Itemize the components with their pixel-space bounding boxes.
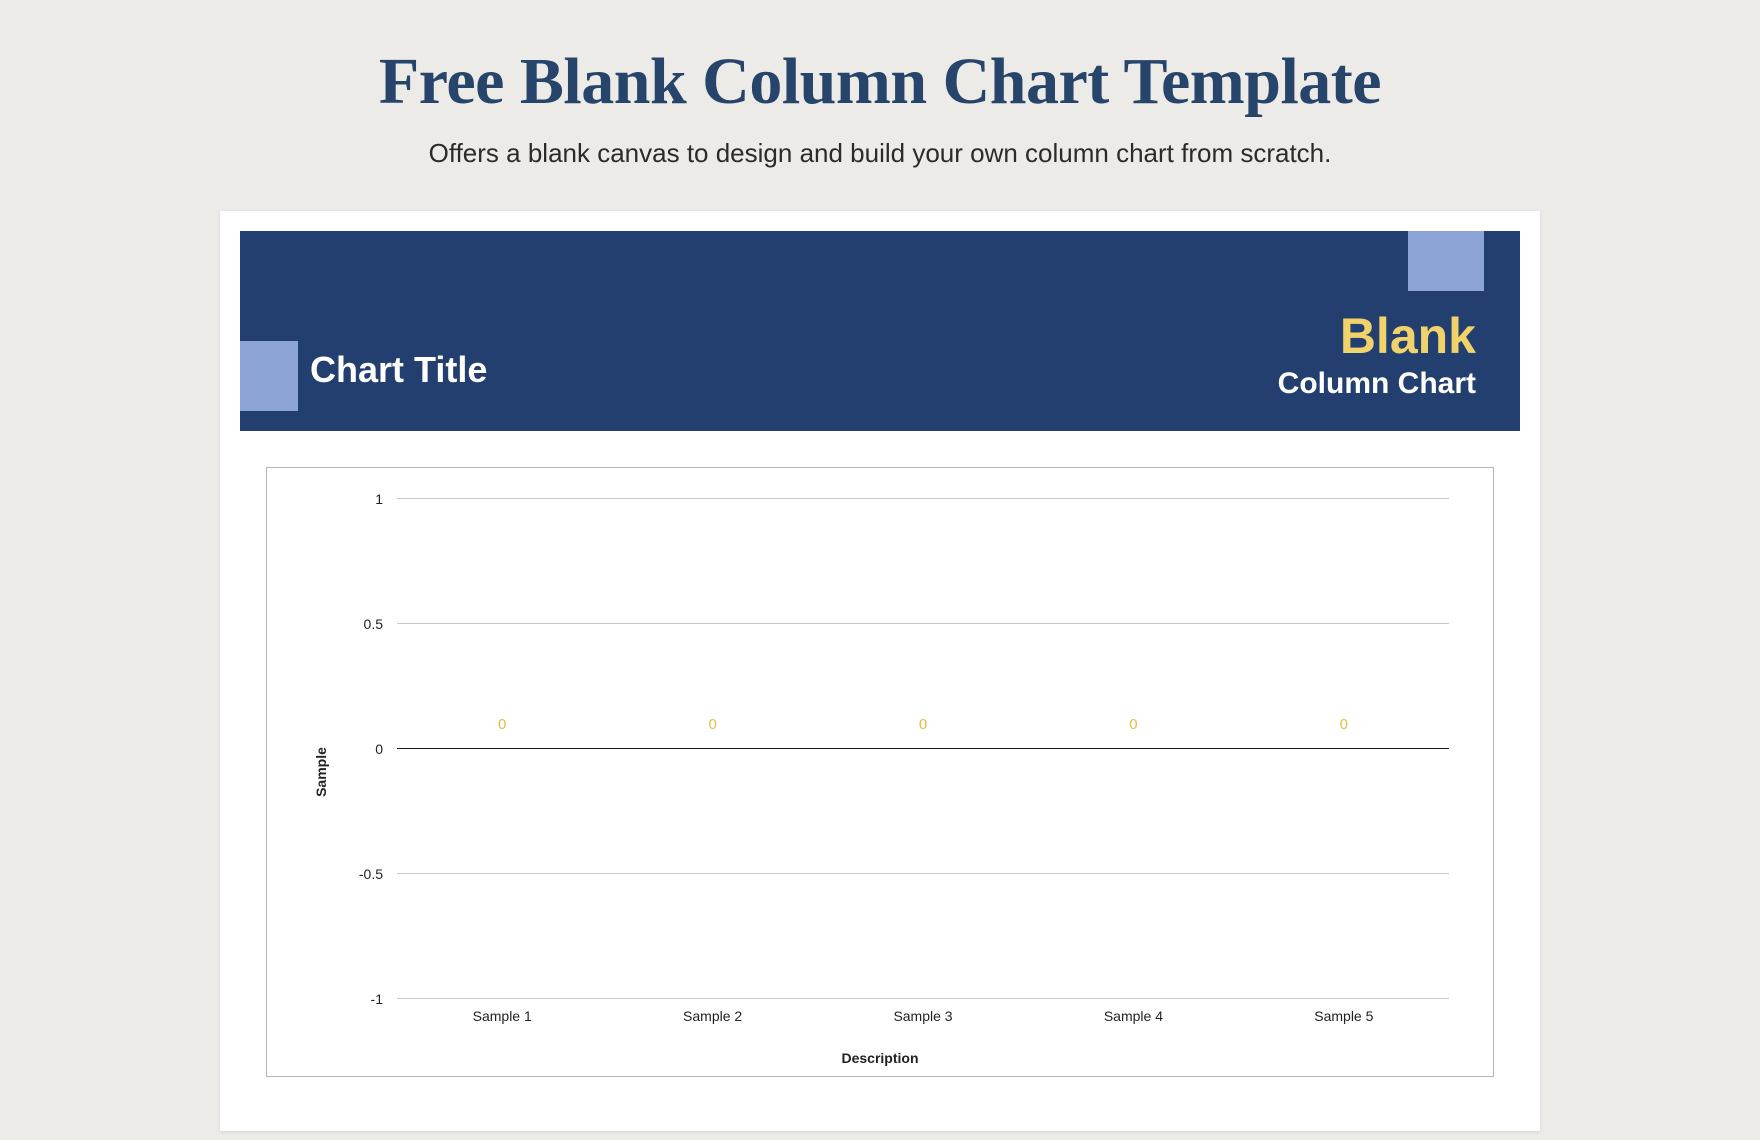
gridline-zero: 0 [397,748,1449,749]
template-type-name: Column Chart [1278,367,1476,401]
x-tick-label: Sample 2 [607,1008,817,1038]
x-tick-label: Sample 4 [1028,1008,1238,1038]
x-labels-row: Sample 1 Sample 2 Sample 3 Sample 4 Samp… [397,1008,1449,1038]
page-subtitle: Offers a blank canvas to design and buil… [0,138,1760,169]
chart-container: Sample 1 0.5 0 -0.5 -1 0 0 0 0 0 [266,467,1494,1077]
gridline: 1 [397,498,1449,499]
template-type-word: Blank [1278,311,1476,361]
data-label: 0 [607,716,817,733]
accent-shape-left [240,341,298,411]
y-tick-label: -1 [371,991,397,1007]
y-tick-label: 0 [375,741,397,757]
data-label: 0 [1028,716,1238,733]
data-label: 0 [397,716,607,733]
chart-title-label: Chart Title [296,349,487,403]
page-title: Free Blank Column Chart Template [0,0,1760,120]
data-label: 0 [818,716,1028,733]
gridline: -0.5 [397,873,1449,874]
x-tick-label: Sample 5 [1239,1008,1449,1038]
template-banner: Chart Title Blank Column Chart [240,231,1520,431]
accent-shape-top-right [1408,231,1484,291]
x-tick-label: Sample 1 [397,1008,607,1038]
gridline: 0.5 [397,623,1449,624]
template-document: Chart Title Blank Column Chart Sample 1 … [220,211,1540,1131]
y-tick-label: 0.5 [364,616,397,632]
gridline: -1 [397,998,1449,999]
data-labels-row: 0 0 0 0 0 [397,716,1449,733]
data-label: 0 [1239,716,1449,733]
y-axis-label: Sample [313,747,329,797]
x-tick-label: Sample 3 [818,1008,1028,1038]
plot-area: 1 0.5 0 -0.5 -1 [397,498,1449,998]
x-axis-label: Description [267,1050,1493,1066]
y-tick-label: 1 [375,491,397,507]
template-type-label: Blank Column Chart [1278,311,1476,403]
y-tick-label: -0.5 [359,866,397,882]
